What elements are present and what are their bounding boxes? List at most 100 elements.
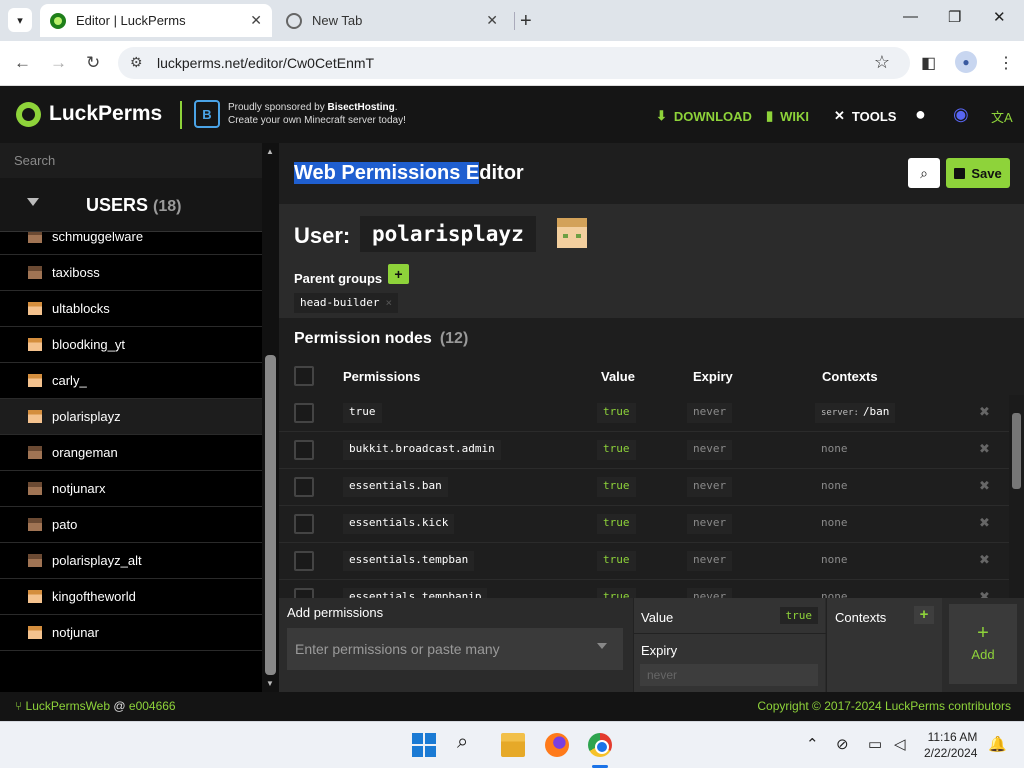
delete-row-icon[interactable]: ✖	[979, 552, 990, 568]
scrollbar-thumb[interactable]	[265, 355, 276, 675]
table-row[interactable]: essentials.tempban true never none ✖	[279, 543, 1009, 580]
table-row[interactable]: essentials.kick true never none ✖	[279, 506, 1009, 543]
permission-node[interactable]: true	[343, 403, 382, 423]
footer-copyright[interactable]: Copyright © 2017-2024 LuckPerms contribu…	[757, 699, 1011, 713]
volume-icon[interactable]: ◁	[894, 735, 906, 753]
tray-chevron-icon[interactable]: ⌃	[806, 735, 819, 753]
bookmark-star-icon[interactable]: ☆	[874, 52, 890, 73]
close-tab-icon[interactable]: ✕	[486, 12, 498, 29]
permission-context[interactable]: none	[815, 477, 854, 497]
row-checkbox[interactable]	[294, 477, 314, 497]
permission-context[interactable]: server:/ban	[815, 403, 896, 423]
list-item[interactable]: notjunarx	[0, 471, 262, 507]
list-item[interactable]: ultablocks	[0, 291, 262, 327]
table-row[interactable]: true true never server:/ban ✖	[279, 395, 1009, 432]
back-icon[interactable]: ←	[14, 53, 31, 73]
side-panel-icon[interactable]: ◧	[921, 53, 936, 73]
select-all-checkbox[interactable]	[294, 366, 314, 386]
nav-download[interactable]: ⬇ DOWNLOAD	[656, 108, 752, 124]
minimize-icon[interactable]: —	[903, 8, 918, 25]
discord-icon[interactable]: ◉	[953, 104, 969, 125]
list-item[interactable]: polarisplayz_alt	[0, 543, 262, 579]
github-icon[interactable]: ●	[915, 104, 926, 125]
close-tab-icon[interactable]: ✕	[250, 12, 262, 29]
value-toggle[interactable]: true	[779, 607, 818, 624]
scrollbar-thumb[interactable]	[1012, 413, 1021, 489]
url-text[interactable]: luckperms.net/editor/Cw0CetEnmT	[157, 55, 374, 71]
permission-value[interactable]: true	[597, 477, 636, 497]
chrome-icon[interactable]	[588, 733, 612, 757]
delete-row-icon[interactable]: ✖	[979, 515, 990, 531]
users-section-header[interactable]: USERS (18)	[0, 178, 262, 232]
row-checkbox[interactable]	[294, 403, 314, 423]
delete-row-icon[interactable]: ✖	[979, 441, 990, 457]
file-explorer-icon[interactable]	[501, 733, 525, 757]
window-close-icon[interactable]: ✕	[993, 8, 1006, 26]
permission-node[interactable]: essentials.kick	[343, 514, 455, 534]
scroll-up-icon[interactable]: ▲	[266, 147, 274, 156]
permission-expiry[interactable]: never	[687, 403, 733, 423]
permission-value[interactable]: true	[597, 551, 636, 571]
chevron-down-icon[interactable]	[597, 643, 607, 649]
add-permission-input[interactable]: Enter permissions or paste many	[287, 628, 623, 670]
luckperms-logo-icon[interactable]	[16, 102, 41, 127]
table-row[interactable]: essentials.tempbanip true never none ✖	[279, 580, 1009, 598]
nav-wiki[interactable]: ▮ WIKI	[766, 108, 809, 124]
table-row[interactable]: essentials.ban true never none ✖	[279, 469, 1009, 506]
brand-name[interactable]: LuckPerms	[49, 102, 162, 126]
parent-group-chip[interactable]: head-builder ×	[294, 293, 399, 313]
collapse-arrow-icon[interactable]	[27, 198, 39, 206]
notification-bell-icon[interactable]: 🔔	[988, 735, 1007, 753]
taskbar-search-icon[interactable]: ⌕	[457, 731, 481, 755]
firefox-icon[interactable]	[545, 733, 569, 757]
permission-node[interactable]: essentials.tempbanip	[343, 588, 488, 598]
list-item[interactable]: bloodking_yt	[0, 327, 262, 363]
reload-icon[interactable]: ↻	[86, 53, 100, 73]
row-checkbox[interactable]	[294, 588, 314, 598]
remove-group-icon[interactable]: ×	[385, 296, 392, 309]
add-context-button[interactable]: +	[914, 606, 934, 624]
permission-node[interactable]: essentials.tempban	[343, 551, 475, 571]
add-permission-button[interactable]: + Add	[949, 604, 1017, 684]
delete-row-icon[interactable]: ✖	[979, 589, 990, 598]
network-icon[interactable]: ⊘	[836, 735, 849, 753]
row-checkbox[interactable]	[294, 440, 314, 460]
permission-expiry[interactable]: never	[687, 588, 733, 598]
expiry-input[interactable]: never	[640, 664, 818, 686]
row-checkbox[interactable]	[294, 514, 314, 534]
list-item[interactable]: orangeman	[0, 435, 262, 471]
list-item[interactable]: carly_	[0, 363, 262, 399]
forward-icon[interactable]: →	[50, 53, 67, 73]
list-item[interactable]: taxiboss	[0, 255, 262, 291]
footer-version[interactable]: ⑂ LuckPermsWeb @ e004666	[15, 699, 176, 713]
search-button[interactable]: ⌕	[908, 158, 940, 188]
table-row[interactable]: bukkit.broadcast.admin true never none ✖	[279, 432, 1009, 469]
column-header-value[interactable]: Value	[601, 369, 635, 384]
new-tab-button[interactable]: +	[520, 10, 532, 33]
list-item[interactable]: pato	[0, 507, 262, 543]
nav-tools[interactable]: ✕ TOOLS	[834, 108, 896, 124]
scroll-down-icon[interactable]: ▼	[266, 679, 274, 688]
permission-context[interactable]: none	[815, 551, 854, 571]
column-header-expiry[interactable]: Expiry	[693, 369, 733, 384]
column-header-contexts[interactable]: Contexts	[822, 369, 878, 384]
site-info-icon[interactable]: ⚙	[130, 54, 143, 71]
tab-luckperms-editor[interactable]: Editor | LuckPerms ✕	[40, 4, 272, 37]
permission-context[interactable]: none	[815, 440, 854, 460]
profile-avatar-icon[interactable]: ●	[955, 51, 977, 73]
list-item[interactable]: kingoftheworld	[0, 579, 262, 615]
permission-expiry[interactable]: never	[687, 551, 733, 571]
system-clock[interactable]: 11:16 AM 2/22/2024	[924, 729, 977, 761]
address-bar[interactable]: ⚙ luckperms.net/editor/Cw0CetEnmT ☆	[118, 47, 910, 79]
permission-value[interactable]: true	[597, 514, 636, 534]
permission-expiry[interactable]: never	[687, 440, 733, 460]
sidebar-scrollbar[interactable]: ▲ ▼	[262, 143, 279, 692]
tab-new-tab[interactable]: New Tab ✕	[276, 4, 508, 37]
permission-expiry[interactable]: never	[687, 477, 733, 497]
delete-row-icon[interactable]: ✖	[979, 478, 990, 494]
tab-search-icon[interactable]: ▾	[8, 8, 32, 32]
permission-node[interactable]: bukkit.broadcast.admin	[343, 440, 501, 460]
sidebar-search-input[interactable]: Search	[0, 143, 262, 178]
display-icon[interactable]: ▭	[868, 735, 882, 753]
restore-icon[interactable]: ❐	[948, 8, 961, 26]
